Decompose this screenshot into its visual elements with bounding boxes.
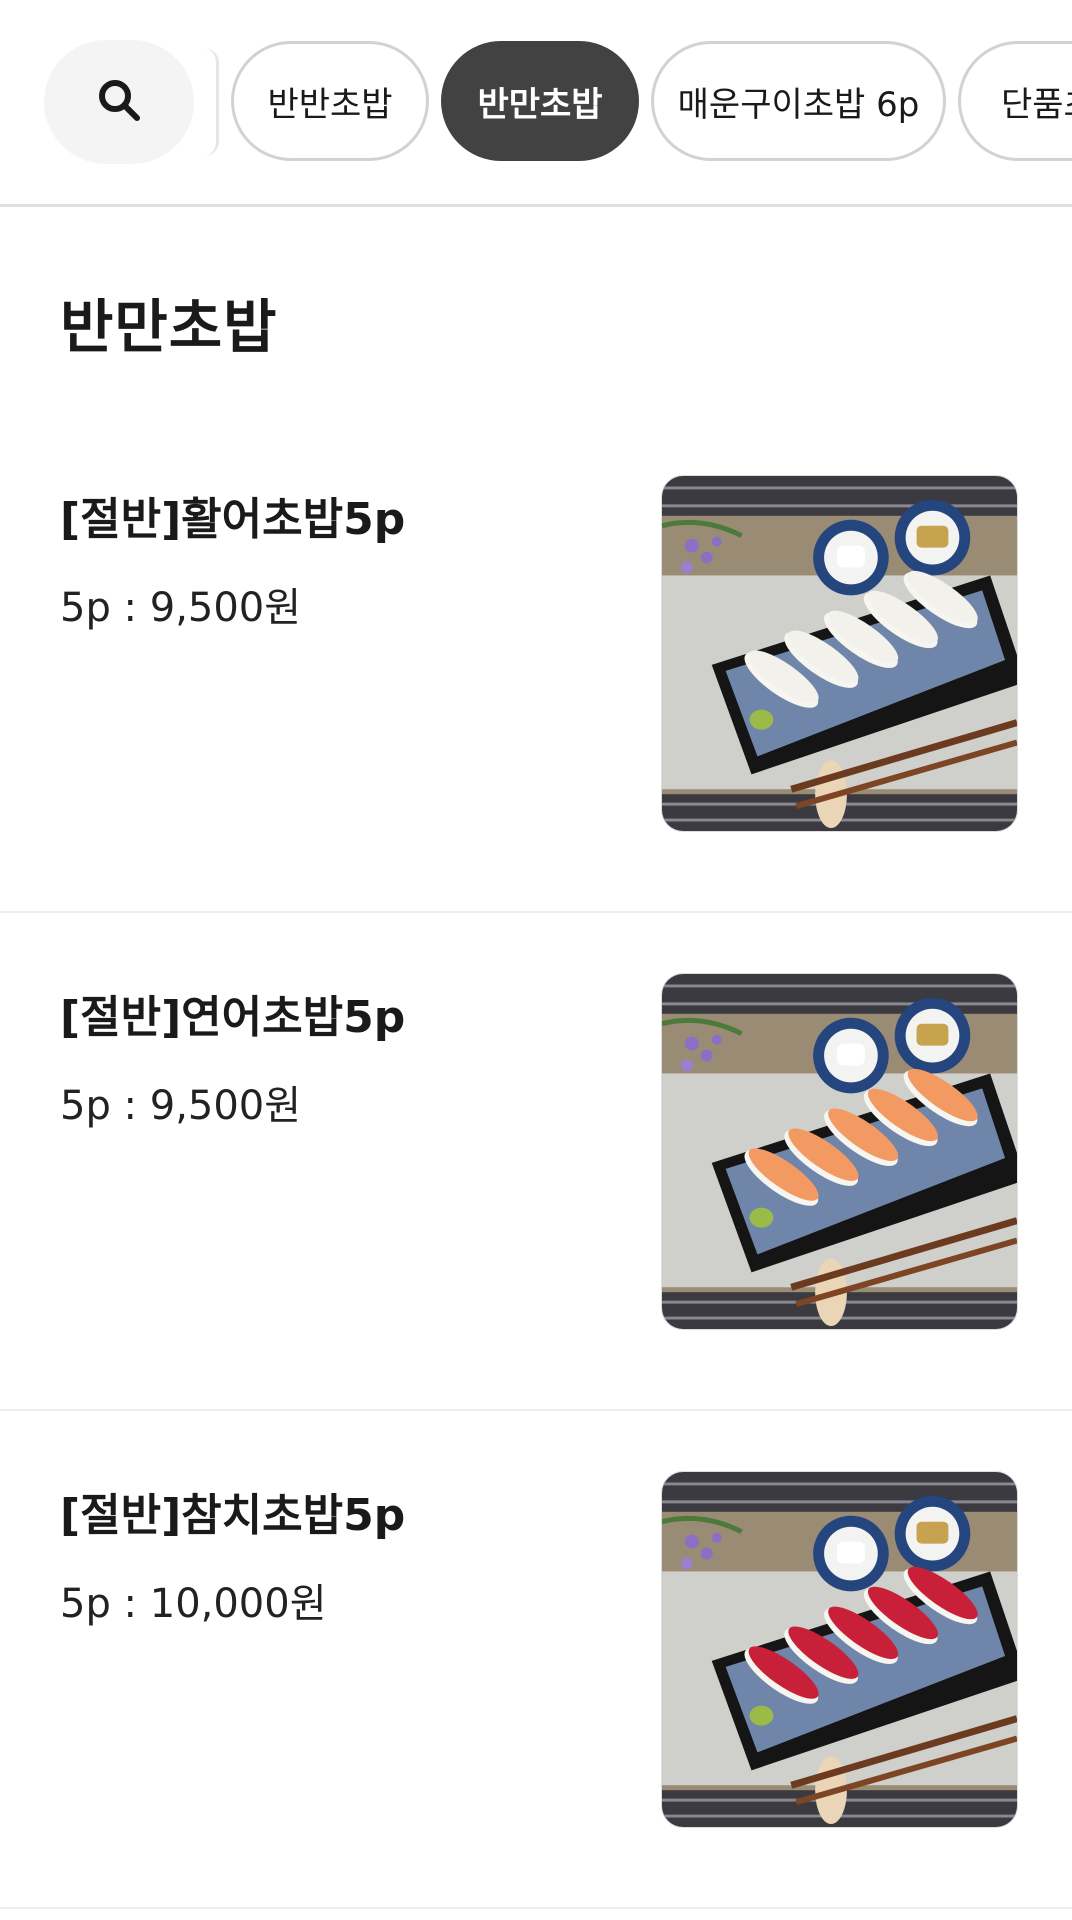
menu-item-name: [절반]활어초밥5p (60, 494, 406, 545)
search-icon (96, 77, 142, 127)
menu-item[interactable]: [절반]활어초밥5p 5p : 9,500원 (0, 415, 1072, 913)
menu-item-photo (661, 973, 1018, 1330)
category-chip-banman[interactable]: 반만초밥 (441, 41, 639, 161)
menu-item-photo (661, 475, 1018, 832)
menu-item-photo (661, 1471, 1018, 1828)
menu-item-price: 5p : 9,500원 (60, 1083, 302, 1129)
category-filter-bar: 반반초밥 반만초밥 매운구이초밥 6p 단품초 (0, 0, 1072, 207)
filter-bar-divider (204, 48, 219, 156)
category-chip-banban[interactable]: 반반초밥 (231, 41, 429, 161)
category-chip-single[interactable]: 단품초 (958, 41, 1072, 161)
section-title: 반만초밥 (60, 293, 278, 361)
menu-item-price: 5p : 9,500원 (60, 585, 302, 631)
menu-item[interactable]: [절반]참치초밥5p 5p : 10,000원 (0, 1411, 1072, 1909)
menu-item-price: 5p : 10,000원 (60, 1581, 327, 1627)
category-chip-spicy-grilled[interactable]: 매운구이초밥 6p (651, 41, 946, 161)
search-button[interactable] (44, 40, 194, 164)
menu-item[interactable]: [절반]연어초밥5p 5p : 9,500원 (0, 913, 1072, 1411)
sushi-plate-illustration (662, 476, 1017, 831)
menu-item-name: [절반]참치초밥5p (60, 1490, 406, 1541)
menu-item-name: [절반]연어초밥5p (60, 992, 406, 1043)
sushi-plate-illustration (662, 974, 1017, 1329)
sushi-plate-illustration (662, 1472, 1017, 1827)
